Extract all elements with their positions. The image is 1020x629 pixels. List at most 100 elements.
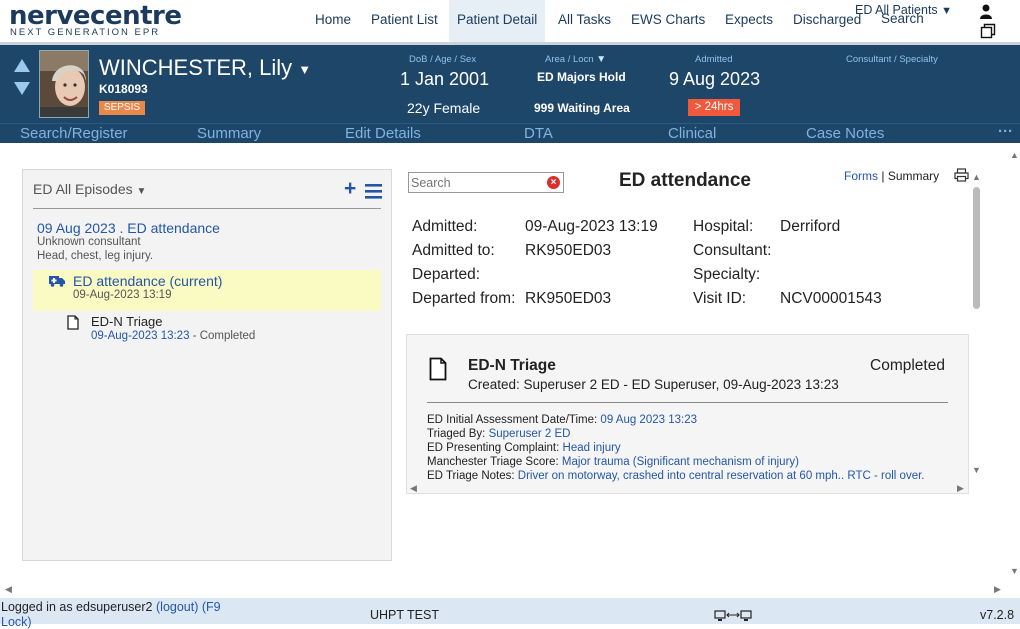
page-scroll-right-icon[interactable]: ▶ xyxy=(994,584,1001,595)
patient-banner: WINCHESTER, Lily ▼ K018093 SEPSIS DoB / … xyxy=(0,45,1020,123)
area-value: ED Majors Hold xyxy=(537,70,626,84)
visit-id-field-label: Visit ID: xyxy=(693,290,747,307)
triage-row-label: Triaged By: xyxy=(427,428,486,440)
triage-form-item[interactable]: ED-N Triage 09-Aug-2023 13:23 - Complete… xyxy=(33,313,381,345)
tab-edit-details[interactable]: Edit Details xyxy=(345,124,421,143)
triage-row-value: Driver on motorway, crashed into central… xyxy=(517,470,925,482)
episodes-menu-icon[interactable] xyxy=(365,184,382,199)
nav-all-tasks[interactable]: All Tasks xyxy=(550,0,619,42)
dob-label: DoB / Age / Sex xyxy=(409,54,477,65)
triage-row-label: ED Triage Notes: xyxy=(427,470,515,482)
triage-row-label: ED Initial Assessment Date/Time: xyxy=(427,414,598,426)
add-episode-icon[interactable]: + xyxy=(344,178,356,199)
consultant-field-label: Consultant: xyxy=(693,242,772,259)
tab-summary[interactable]: Summary xyxy=(197,124,261,143)
chevron-down-icon: ▼ xyxy=(596,54,607,65)
patient-tab-bar: Search/Register Summary Edit Details DTA… xyxy=(0,123,1020,143)
tab-dta[interactable]: DTA xyxy=(524,124,553,143)
logout-link[interactable]: (logout) xyxy=(156,600,198,614)
screen-share-icon[interactable] xyxy=(714,610,752,622)
document-icon xyxy=(429,357,447,381)
chevron-down-icon[interactable]: ▼ xyxy=(298,62,311,77)
detail-scroll-down-icon[interactable]: ▼ xyxy=(972,465,981,475)
document-icon xyxy=(67,315,79,330)
triage-row-value: Major trauma (Significant mechanism of i… xyxy=(561,456,799,468)
brand-tagline: NEXT GENERATION EPR xyxy=(10,27,161,38)
triage-row: ED Presenting Complaint: Head injury xyxy=(427,442,621,454)
more-tabs-icon[interactable]: ··· xyxy=(998,122,1013,141)
environment-label: UHPT TEST xyxy=(370,608,439,622)
admission-duration-badge: > 24hrs xyxy=(688,99,740,116)
nav-patient-list[interactable]: Patient List xyxy=(363,0,446,42)
nav-expects[interactable]: Expects xyxy=(717,0,781,42)
current-attendance-item[interactable]: ED attendance (current) 09-Aug-2023 13:1… xyxy=(33,270,381,311)
admitted-label: Admitted xyxy=(695,54,733,65)
patient-name-text: WINCHESTER, Lily xyxy=(99,55,293,80)
form-title: ED-N Triage xyxy=(91,314,163,329)
nav-home[interactable]: Home xyxy=(307,0,359,42)
tab-clinical[interactable]: Clinical xyxy=(668,124,716,143)
page-scroll-down-icon[interactable]: ▼ xyxy=(1010,566,1019,576)
chevron-down-icon: ▼ xyxy=(941,5,953,17)
departed-from-field-label: Departed from: xyxy=(412,290,516,307)
next-patient-arrow-icon[interactable] xyxy=(14,82,30,95)
triage-card-title: ED-N Triage xyxy=(468,357,556,374)
admitted-field-label: Admitted: xyxy=(412,218,478,235)
admitted-value: 9 Aug 2023 xyxy=(669,69,761,89)
page-scroll-up-icon[interactable]: ▲ xyxy=(1010,150,1019,160)
detail-search-input[interactable] xyxy=(411,174,541,191)
triage-card-divider xyxy=(427,402,948,403)
attendance-detail-panel: × ED attendance Forms | Summary Admitted… xyxy=(405,162,990,497)
triage-row: Triaged By: Superuser 2 ED xyxy=(427,428,570,440)
specialty-field-label: Specialty: xyxy=(693,266,761,283)
patient-photo xyxy=(39,50,89,118)
clear-search-icon[interactable]: × xyxy=(547,176,560,189)
summary-link[interactable]: Summary xyxy=(888,169,939,183)
episode-consultant: Unknown consultant xyxy=(37,236,141,248)
copy-window-icon[interactable] xyxy=(980,23,996,39)
episodes-filter-label: ED All Episodes xyxy=(33,181,133,197)
hospital-field-label: Hospital: xyxy=(693,218,754,235)
tab-case-notes[interactable]: Case Notes xyxy=(806,124,884,143)
previous-patient-arrow-icon[interactable] xyxy=(14,59,30,72)
top-navigation-bar: nervecentre NEXT GENERATION EPR Home Pat… xyxy=(0,0,1020,45)
triage-row: Manchester Triage Score: Major trauma (S… xyxy=(427,456,799,468)
triage-card-created: Created: Superuser 2 ED - ED Superuser, … xyxy=(468,377,839,392)
location-value: 999 Waiting Area xyxy=(534,101,630,115)
forms-link[interactable]: Forms xyxy=(844,169,878,183)
print-icon[interactable] xyxy=(954,168,969,182)
detail-search-box: × xyxy=(408,172,564,193)
lock-hint[interactable]: (F9 xyxy=(202,600,221,614)
nav-patient-detail[interactable]: Patient Detail xyxy=(449,0,545,42)
sepsis-badge[interactable]: SEPSIS xyxy=(99,101,145,115)
detail-vertical-scrollbar-thumb[interactable] xyxy=(973,187,980,309)
login-status: Logged in as edsuperuser2 (logout) (F9 xyxy=(1,600,221,614)
page-scroll-left-icon[interactable]: ◀ xyxy=(5,584,12,595)
hospital-field-value: Derriford xyxy=(780,218,841,235)
dob-value: 1 Jan 2001 xyxy=(400,69,490,89)
episodes-filter-dropdown[interactable]: ED All Episodes ▼ xyxy=(33,181,146,197)
patient-list-selector-label: ED All Patients xyxy=(855,3,938,17)
detail-scroll-up-icon[interactable]: ▲ xyxy=(972,172,981,182)
episode-title[interactable]: 09 Aug 2023 . ED attendance xyxy=(37,220,220,236)
triage-row-value: Superuser 2 ED xyxy=(488,428,571,440)
patient-name[interactable]: WINCHESTER, Lily ▼ xyxy=(99,55,311,81)
episodes-divider xyxy=(33,208,381,209)
detail-scroll-left-icon[interactable]: ◀ xyxy=(410,483,417,494)
age-sex-value: 22y Female xyxy=(407,100,481,116)
detail-scroll-right-icon[interactable]: ▶ xyxy=(957,483,964,494)
admitted-to-field-label: Admitted to: xyxy=(412,242,495,259)
episodes-panel: ED All Episodes ▼ + 09 Aug 2023 . ED att… xyxy=(22,169,392,561)
user-icon[interactable] xyxy=(978,3,994,19)
tab-search-register[interactable]: Search/Register xyxy=(20,124,128,143)
patient-id: K018093 xyxy=(99,82,148,96)
area-label[interactable]: Area / Locn ▼ xyxy=(545,54,606,65)
lock-link[interactable]: Lock) xyxy=(1,615,32,629)
logged-in-text: Logged in as edsuperuser2 xyxy=(1,600,153,614)
patient-list-selector[interactable]: ED All Patients ▼ xyxy=(855,3,952,17)
triage-row-value: Head injury xyxy=(562,442,621,454)
nav-ews-charts[interactable]: EWS Charts xyxy=(623,0,713,42)
departed-field-label: Departed: xyxy=(412,266,481,283)
triage-form-card[interactable]: ED-N Triage Completed Created: Superuser… xyxy=(406,334,969,494)
episode-complaint: Head, chest, leg injury. xyxy=(37,250,154,262)
